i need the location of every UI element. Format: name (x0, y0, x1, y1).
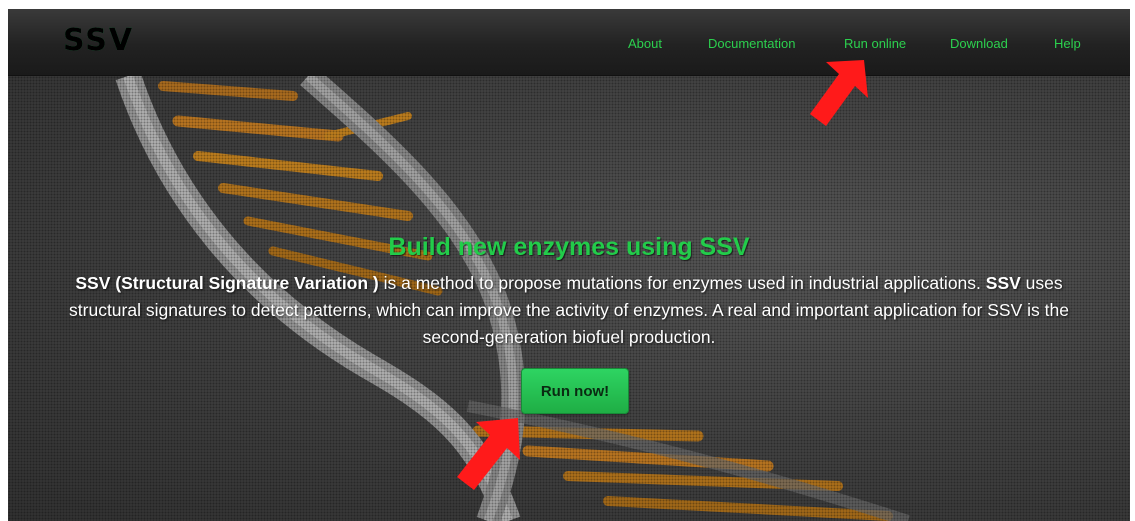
red-arrow-icon (810, 60, 868, 126)
red-arrow-icon (457, 418, 520, 490)
nav-run-online-link[interactable]: Run online (844, 36, 906, 51)
hero-description: SSV (Structural Signature Variation ) is… (48, 270, 1090, 351)
nav-documentation-link[interactable]: Documentation (708, 36, 795, 51)
navbar: SSV About Documentation Run online Downl… (8, 9, 1130, 76)
desc-text-1: is a method to propose mutations for enz… (378, 273, 986, 293)
desc-bold-ssv: SSV (985, 273, 1021, 293)
nav-about-link[interactable]: About (628, 36, 662, 51)
browser-page: SSV About Documentation Run online Downl… (8, 9, 1130, 521)
desc-bold-ssv-full: SSV (Structural Signature Variation ) (75, 273, 379, 293)
hero-title: Build new enzymes using SSV (388, 233, 750, 261)
nav-help-link[interactable]: Help (1054, 36, 1081, 51)
hero-section: Build new enzymes using SSV SSV (Structu… (8, 76, 1130, 521)
logo[interactable]: SSV (63, 23, 134, 58)
nav-download-link[interactable]: Download (950, 36, 1008, 51)
run-now-button[interactable]: Run now! (521, 368, 629, 414)
